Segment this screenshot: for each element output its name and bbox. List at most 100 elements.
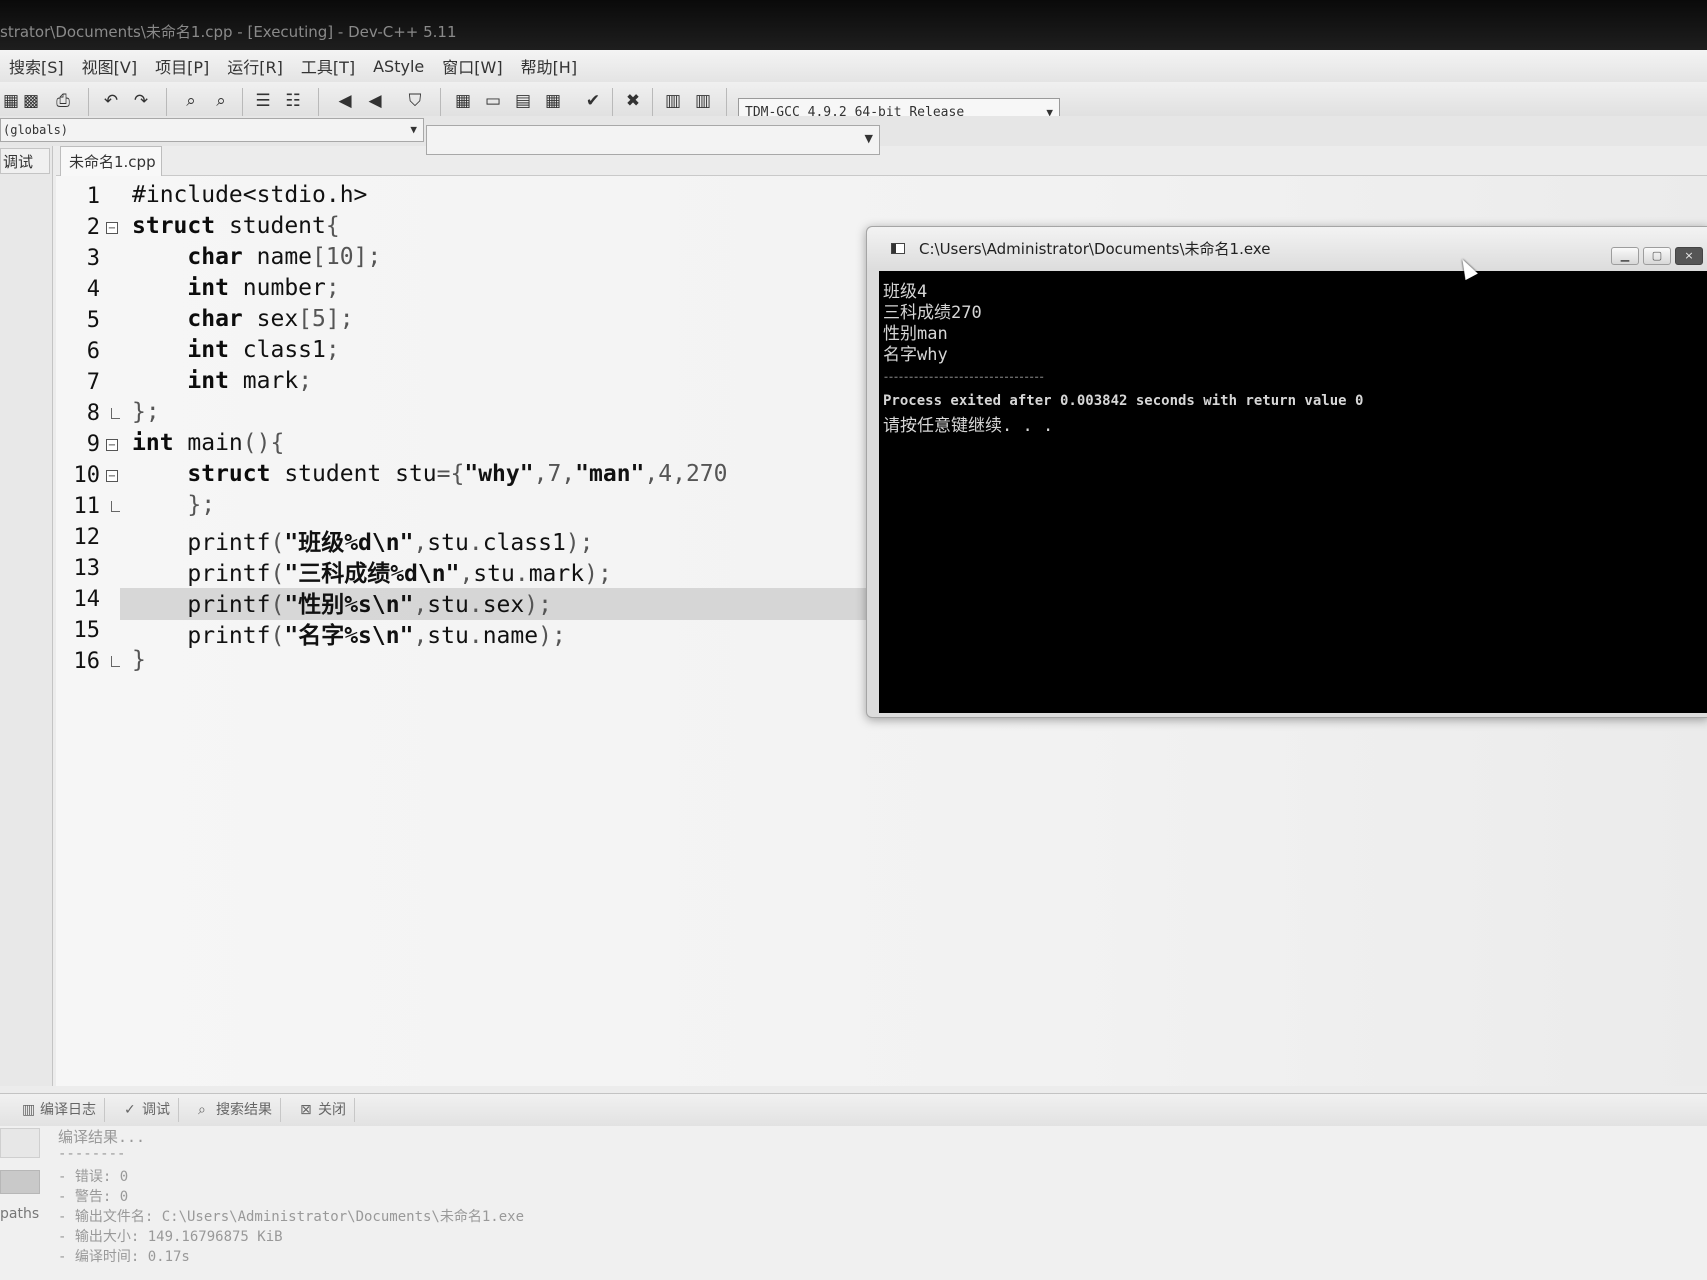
code-token: , (413, 592, 428, 618)
code-line[interactable]: printf("三科成绩%d\n",stu.mark); (132, 554, 611, 588)
line-number: 13 (73, 556, 101, 581)
fold-toggle-icon[interactable]: − (106, 222, 118, 234)
maximize-icon[interactable]: ▢ (1643, 247, 1671, 265)
fold-end-marker (111, 501, 120, 512)
member-select[interactable]: ▼ (426, 125, 880, 155)
code-line[interactable]: int mark; (132, 368, 312, 394)
stop-icon[interactable]: ✖ (622, 90, 644, 112)
chevron-down-icon: ▼ (410, 123, 417, 136)
save-all-icon[interactable]: ▦ (0, 90, 22, 112)
bar-chart-icon: ▥ (22, 1102, 36, 1118)
code-token: stu (473, 561, 515, 587)
log-line: - 输出大小: 149.16796875 KiB (58, 1229, 283, 1245)
code-token: sex (482, 592, 525, 618)
menu-help[interactable]: 帮助[H] (512, 54, 587, 78)
code-token: ,7, (533, 461, 576, 487)
menu-search[interactable]: 搜索[S] (0, 54, 73, 78)
bookmark-icon[interactable]: ⛉ (404, 90, 426, 112)
code-token: sex (242, 306, 299, 332)
menu-run[interactable]: 运行[R] (218, 54, 292, 78)
chart-icon[interactable]: ▥ (662, 90, 684, 112)
code-token: printf (132, 530, 271, 556)
log-line: - 输出文件名: C:\Users\Administrator\Document… (58, 1209, 525, 1225)
tab-label: 调试 (142, 1102, 170, 1118)
code-line[interactable]: struct student stu={"why",7,"man",4,270 (132, 461, 728, 487)
code-line[interactable]: }; (132, 399, 160, 425)
code-token: printf (132, 592, 271, 618)
code-token: class1 (482, 530, 566, 556)
code-line[interactable]: printf("名字%s\n",stu.name); (132, 616, 565, 650)
fold-toggle-icon[interactable]: − (106, 470, 118, 482)
code-token: , (413, 530, 428, 556)
code-token: ( (270, 592, 285, 618)
tab-search-results[interactable]: ⌕ 搜索结果 (194, 1098, 281, 1122)
line-number: 6 (86, 339, 100, 364)
tab-debug[interactable]: ✓ 调试 (120, 1098, 179, 1122)
code-line[interactable]: char sex[5]; (132, 306, 353, 332)
grid-icon[interactable]: ▦ (542, 90, 564, 112)
tile-icon[interactable]: ▦ (452, 90, 474, 112)
code-token: }; (132, 492, 216, 518)
replace-icon[interactable]: ⌕ (210, 90, 232, 112)
line-number: 1 (86, 184, 100, 209)
code-line[interactable]: int main(){ (132, 430, 284, 456)
code-token: student (215, 213, 326, 239)
close-file-icon[interactable]: ▩ (20, 90, 42, 112)
console-title-bar[interactable]: C:\Users\Administrator\Documents\未命名1.ex… (867, 227, 1707, 271)
tab-close[interactable]: ⊠ 关闭 (296, 1098, 355, 1122)
shorten-paths-toggle[interactable] (0, 1170, 40, 1194)
code-token: class1 (228, 337, 326, 363)
menu-window[interactable]: 窗口[W] (433, 54, 511, 78)
line-number: 15 (73, 618, 101, 643)
console-output: 班级4 三科成绩270 性别man 名字why ----------------… (879, 271, 1707, 713)
check-icon[interactable]: ✔ (582, 90, 604, 112)
tab-file[interactable]: 未命名1.cpp (60, 146, 162, 176)
tab-debug-left[interactable]: 调试 (0, 148, 50, 174)
window-icon[interactable]: ▭ (482, 90, 504, 112)
undo-icon[interactable]: ↶ (100, 90, 122, 112)
code-line[interactable]: struct student{ (132, 213, 340, 239)
unindent-icon[interactable]: ☷ (282, 90, 304, 112)
line-number: 9 (86, 432, 100, 457)
code-line[interactable]: int number; (132, 275, 339, 301)
code-token: [10]; (312, 244, 382, 270)
close-icon[interactable]: × (1675, 247, 1703, 265)
code-line[interactable]: printf("班级%d\n",stu.class1); (132, 523, 593, 557)
line-number: 2 (86, 215, 100, 240)
console-continue-prompt: 请按任意键继续. . . (883, 416, 1054, 436)
cascade-icon[interactable]: ▤ (512, 90, 534, 112)
code-token: struct (132, 213, 216, 239)
code-token: ,4,270 (644, 461, 728, 487)
redo-icon[interactable]: ↷ (130, 90, 152, 112)
code-token: ( (270, 623, 285, 649)
goto-next-icon[interactable]: ◀ (364, 90, 386, 112)
code-token: ; (298, 368, 313, 394)
menu-astyle[interactable]: AStyle (364, 57, 433, 76)
code-token: student stu (270, 461, 437, 487)
code-token: char (132, 244, 243, 270)
code-token: ; (325, 337, 340, 363)
menu-tools[interactable]: 工具[T] (292, 54, 364, 78)
code-line[interactable]: printf("性别%s\n",stu.sex); (132, 585, 552, 619)
tab-compile-log[interactable]: ▥ 编译日志 (18, 1098, 105, 1122)
find-icon[interactable]: ⌕ (180, 90, 202, 112)
print-icon[interactable]: ⎙ (52, 90, 74, 112)
indent-icon[interactable]: ☰ (252, 90, 274, 112)
goto-prev-icon[interactable]: ◀ (334, 90, 356, 112)
profile-icon[interactable]: ▥ (692, 90, 714, 112)
fold-toggle-icon[interactable]: − (106, 439, 118, 451)
code-token: #include<stdio.h> (132, 182, 368, 208)
code-line[interactable]: int class1; (132, 337, 340, 363)
paths-label: paths (0, 1206, 40, 1222)
abort-compile-button[interactable] (0, 1128, 40, 1158)
chevron-down-icon: ▼ (864, 132, 873, 145)
menu-view[interactable]: 视图[V] (73, 54, 146, 78)
menu-project[interactable]: 项目[P] (146, 54, 218, 78)
code-line[interactable]: }; (132, 492, 215, 518)
code-line[interactable]: char name[10]; (132, 244, 381, 270)
console-window[interactable]: C:\Users\Administrator\Documents\未命名1.ex… (866, 226, 1707, 718)
minimize-icon[interactable]: ▁ (1611, 247, 1639, 265)
code-line[interactable]: #include<stdio.h> (132, 182, 367, 208)
globals-select[interactable]: (globals) ▼ (0, 118, 424, 142)
code-line[interactable]: } (132, 647, 146, 673)
